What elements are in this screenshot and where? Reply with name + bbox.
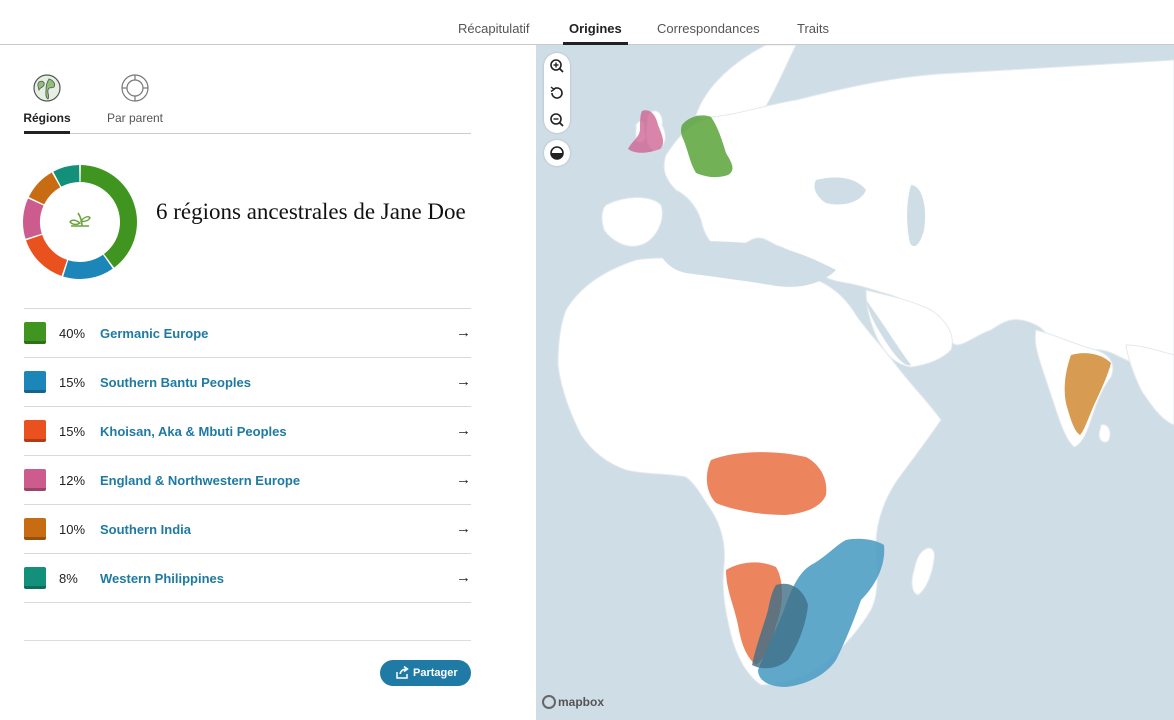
ancestry-map[interactable]: mapbox bbox=[536, 45, 1174, 720]
donut-segment bbox=[28, 172, 61, 205]
ancestry-panel: Régions Par parent 6 régions ancestrales… bbox=[0, 45, 536, 720]
sprout-icon bbox=[69, 212, 91, 227]
active-view-indicator bbox=[24, 131, 70, 134]
zoom-in-icon[interactable] bbox=[544, 53, 570, 79]
arrow-right-icon[interactable]: → bbox=[456, 520, 471, 537]
globe-icon bbox=[33, 74, 61, 102]
tab-correspondances[interactable]: Correspondances bbox=[657, 21, 760, 36]
region-name-link[interactable]: England & Northwestern Europe bbox=[100, 473, 300, 488]
share-label: Partager bbox=[413, 667, 458, 679]
region-row[interactable]: 8% Western Philippines → bbox=[24, 553, 471, 603]
zoom-controls bbox=[544, 53, 570, 133]
top-navigation: Récapitulatif Origines Correspondances T… bbox=[0, 0, 1174, 45]
region-list: 40% Germanic Europe → 15% Southern Bantu Peo… bbox=[24, 308, 471, 603]
view-tab-regions[interactable]: Régions bbox=[12, 73, 82, 125]
region-area-khoisan-central bbox=[706, 452, 827, 515]
mapbox-attribution[interactable]: mapbox bbox=[542, 695, 604, 709]
arrow-right-icon[interactable]: → bbox=[456, 422, 471, 439]
map-canvas bbox=[557, 45, 1174, 687]
contrast-icon bbox=[550, 146, 564, 160]
contrast-toggle[interactable] bbox=[544, 140, 570, 166]
tab-origines[interactable]: Origines bbox=[563, 21, 628, 45]
share-button[interactable]: Partager bbox=[380, 660, 471, 686]
donut-segment bbox=[23, 198, 44, 239]
region-row[interactable]: 12% England & Northwestern Europe → bbox=[24, 455, 471, 504]
ancestry-heading: 6 régions ancestrales de Jane Doe bbox=[156, 199, 466, 224]
tab-traits[interactable]: Traits bbox=[797, 21, 829, 36]
mapbox-logo-icon bbox=[542, 695, 556, 709]
parents-circle-icon bbox=[121, 74, 149, 102]
region-color-swatch bbox=[24, 567, 46, 589]
region-percent: 40% bbox=[59, 326, 86, 341]
reset-icon[interactable] bbox=[544, 80, 570, 106]
ancestry-donut-chart bbox=[23, 165, 137, 279]
region-percent: 10% bbox=[59, 522, 86, 537]
region-name-link[interactable]: Khoisan, Aka & Mbuti Peoples bbox=[100, 424, 287, 439]
donut-segment bbox=[63, 254, 113, 279]
region-row[interactable]: 40% Germanic Europe → bbox=[24, 308, 471, 357]
arrow-right-icon[interactable]: → bbox=[456, 373, 471, 390]
arrow-right-icon[interactable]: → bbox=[456, 324, 471, 341]
region-row[interactable]: 15% Khoisan, Aka & Mbuti Peoples → bbox=[24, 406, 471, 455]
region-name-link[interactable]: Southern Bantu Peoples bbox=[100, 375, 251, 390]
arrow-right-icon[interactable]: → bbox=[456, 569, 471, 586]
tab-recapitulatif[interactable]: Récapitulatif bbox=[458, 21, 530, 36]
view-tabs-divider bbox=[24, 133, 471, 134]
region-name-link[interactable]: Western Philippines bbox=[100, 571, 224, 586]
region-name-link[interactable]: Germanic Europe bbox=[100, 326, 208, 341]
view-tab-label: Par parent bbox=[106, 111, 164, 125]
mapbox-label: mapbox bbox=[558, 695, 605, 709]
region-color-swatch bbox=[24, 322, 46, 344]
arrow-right-icon[interactable]: → bbox=[456, 471, 471, 488]
view-tab-par-parent[interactable]: Par parent bbox=[100, 73, 170, 125]
region-percent: 8% bbox=[59, 571, 78, 586]
region-row[interactable]: 10% Southern India → bbox=[24, 504, 471, 553]
region-row[interactable]: 15% Southern Bantu Peoples → bbox=[24, 357, 471, 406]
region-color-swatch bbox=[24, 518, 46, 540]
region-percent: 15% bbox=[59, 375, 86, 390]
region-percent: 15% bbox=[59, 424, 86, 439]
view-tab-label: Régions bbox=[23, 111, 71, 125]
zoom-out-icon[interactable] bbox=[544, 107, 570, 133]
region-name-link[interactable]: Southern India bbox=[100, 522, 191, 537]
share-icon bbox=[396, 666, 409, 679]
footer-divider bbox=[24, 640, 471, 641]
region-color-swatch bbox=[24, 371, 46, 393]
region-color-swatch bbox=[24, 420, 46, 442]
region-percent: 12% bbox=[59, 473, 86, 488]
region-color-swatch bbox=[24, 469, 46, 491]
donut-segment bbox=[26, 234, 68, 276]
